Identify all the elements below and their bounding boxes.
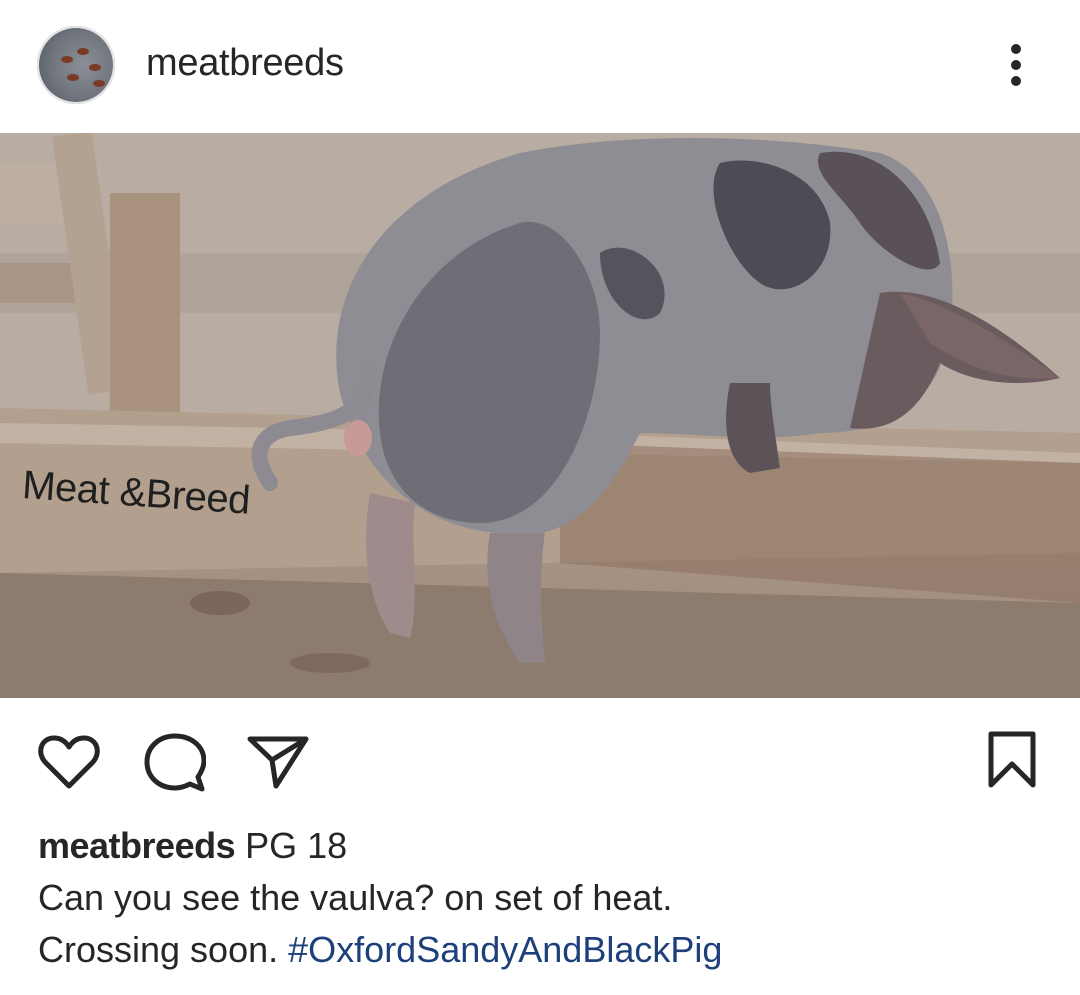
send-icon — [247, 736, 309, 789]
comment-button[interactable] — [144, 733, 206, 793]
post-header: meatbreeds — [0, 0, 1080, 133]
caption-line-1: meatbreeds PG 18 — [38, 820, 1048, 872]
caption-text-1: PG 18 — [245, 825, 348, 866]
caption-text-2: Can you see the vaulva? on set of heat. — [38, 877, 673, 918]
caption-line-2: Can you see the vaulva? on set of heat. — [38, 872, 1048, 924]
caption-line-3: Crossing soon. #OxfordSandyAndBlackPig — [38, 924, 1048, 976]
share-button[interactable] — [246, 734, 310, 790]
pig-photo — [0, 133, 1080, 698]
action-bar — [0, 698, 1080, 818]
post-username[interactable]: meatbreeds — [146, 42, 344, 85]
more-options-button[interactable] — [998, 40, 1034, 90]
heart-icon — [38, 735, 100, 789]
post-image[interactable]: Meat &Breed — [0, 133, 1080, 698]
save-button[interactable] — [987, 731, 1037, 789]
caption-text-3: Crossing soon. — [38, 929, 279, 970]
comment-icon — [144, 733, 206, 792]
bookmark-icon — [988, 731, 1036, 788]
like-button[interactable] — [38, 734, 100, 790]
more-vertical-icon — [1011, 44, 1021, 54]
caption-username[interactable]: meatbreeds — [38, 825, 236, 866]
hashtag-link[interactable]: #OxfordSandyAndBlackPig — [288, 929, 722, 970]
avatar[interactable] — [37, 26, 115, 104]
post-caption: meatbreeds PG 18 Can you see the vaulva?… — [38, 820, 1048, 976]
